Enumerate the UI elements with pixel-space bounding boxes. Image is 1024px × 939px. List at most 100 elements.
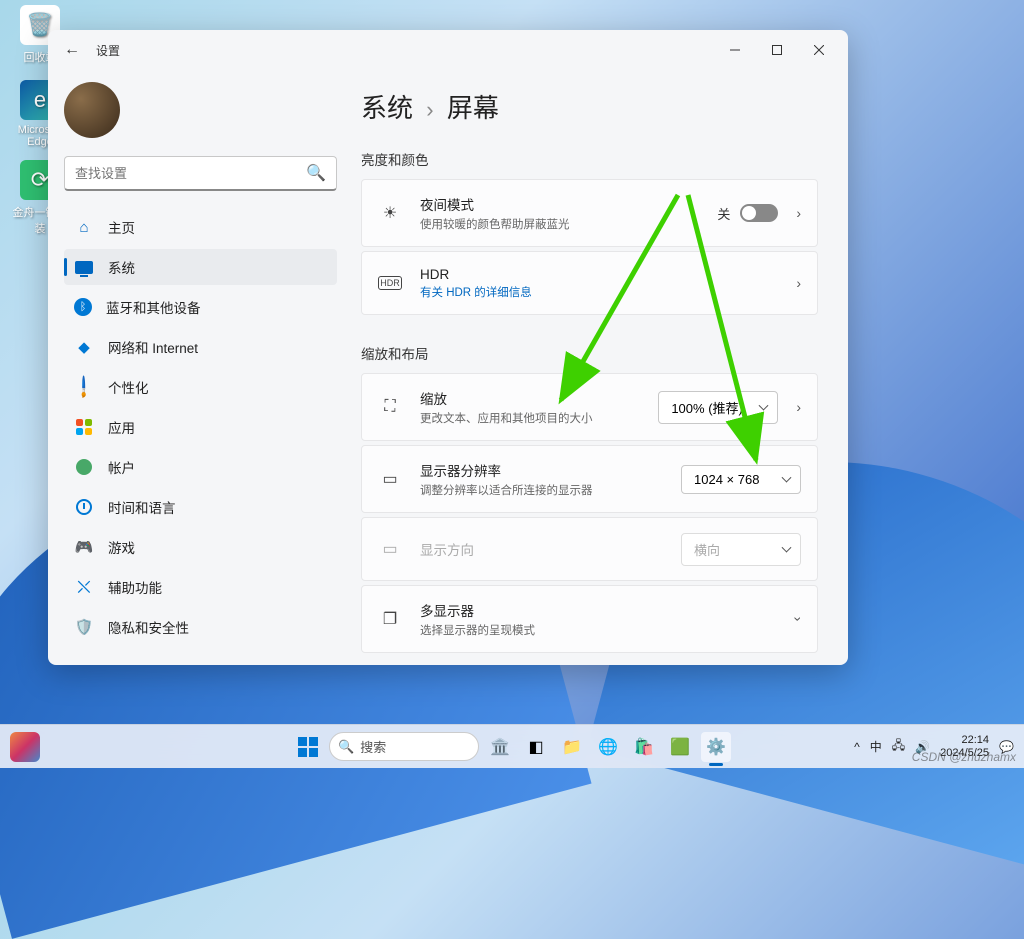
ime-indicator[interactable]: 中 <box>870 738 882 755</box>
nav-label: 主页 <box>108 217 135 237</box>
taskbar-search[interactable]: 🔍搜索 <box>329 732 479 761</box>
shield-icon: 🛡️ <box>74 617 94 637</box>
network-icon[interactable]: 🖧 <box>892 736 905 757</box>
card-scale[interactable]: ⛶ 缩放 更改文本、应用和其他项目的大小 100% (推荐) › <box>361 373 818 441</box>
multi-display-icon: ❐ <box>378 609 402 629</box>
sidebar: 🔍 ⌂ 主页 系统 ᛒ 蓝牙和其他设备 ◆ 网络和 Internet 🖌️个性化 应用… <box>48 70 343 665</box>
card-title: 显示器分辨率 <box>420 460 681 480</box>
task-view-button[interactable]: ◧ <box>521 732 551 762</box>
card-hdr[interactable]: HDR HDR 有关 HDR 的详细信息 › <box>361 251 818 315</box>
card-subtitle: 更改文本、应用和其他项目的大小 <box>420 410 658 426</box>
taskbar-app[interactable]: 🟩 <box>665 732 695 762</box>
close-button[interactable] <box>798 36 840 64</box>
night-light-toggle[interactable] <box>740 204 778 222</box>
taskbar-store[interactable]: 🛍️ <box>629 732 659 762</box>
breadcrumb-parent[interactable]: 系统 <box>361 93 413 123</box>
taskbar-edge[interactable]: 🌐 <box>593 732 623 762</box>
taskbar-pinned-app[interactable]: 🏛️ <box>485 732 515 762</box>
nav-label: 帐户 <box>108 457 135 477</box>
card-title: 显示方向 <box>420 539 681 559</box>
card-title: 多显示器 <box>420 600 788 620</box>
card-orientation: ▭ 显示方向 横向 <box>361 517 818 581</box>
nav-accounts[interactable]: 帐户 <box>64 449 337 485</box>
taskbar-explorer[interactable]: 📁 <box>557 732 587 762</box>
maximize-button[interactable] <box>756 36 798 64</box>
nav-label: 网络和 Internet <box>108 337 198 357</box>
watermark: CSDN @zhuzhamx <box>912 750 1016 764</box>
nav-label: 时间和语言 <box>108 497 176 517</box>
profile[interactable] <box>64 82 337 138</box>
nav-label: 蓝牙和其他设备 <box>106 297 201 317</box>
orientation-dropdown: 横向 <box>681 533 801 566</box>
avatar <box>64 82 120 138</box>
clock-time: 22:14 <box>940 734 989 747</box>
user-icon <box>74 457 94 477</box>
nav-label: 隐私和安全性 <box>108 617 189 637</box>
card-multi-display[interactable]: ❐ 多显示器 选择显示器的呈现模式 › <box>361 585 818 653</box>
minimize-button[interactable] <box>714 36 756 64</box>
section-scale-layout: 缩放和布局 <box>361 343 818 363</box>
titlebar: ← 设置 <box>48 30 848 70</box>
nav-home[interactable]: ⌂ 主页 <box>64 209 337 245</box>
card-resolution[interactable]: ▭ 显示器分辨率 调整分辨率以适合所连接的显示器 1024 × 768 <box>361 445 818 513</box>
card-night-light[interactable]: ☀ 夜间模式 使用较暖的颜色帮助屏蔽蓝光 关 › <box>361 179 818 247</box>
taskbar[interactable]: 🔍搜索 🏛️ ◧ 📁 🌐 🛍️ 🟩 ⚙️ ^ 中 🖧 🔊 22:14 2024/… <box>0 724 1024 768</box>
resolution-dropdown[interactable]: 1024 × 768 <box>681 465 801 494</box>
bluetooth-icon: ᛒ <box>74 298 92 316</box>
back-button[interactable]: ← <box>56 34 88 66</box>
chevron-right-icon: › <box>426 97 433 122</box>
nav-network[interactable]: ◆ 网络和 Internet <box>64 329 337 365</box>
taskbar-settings[interactable]: ⚙️ <box>701 732 731 762</box>
nav-privacy[interactable]: 🛡️ 隐私和安全性 <box>64 609 337 645</box>
apps-icon <box>74 417 94 437</box>
clock-icon <box>74 497 94 517</box>
resolution-icon: ▭ <box>378 469 402 489</box>
card-subtitle: 使用较暖的颜色帮助屏蔽蓝光 <box>420 216 717 232</box>
card-title: 夜间模式 <box>420 194 717 214</box>
nav-label: 辅助功能 <box>108 577 162 597</box>
window-title: 设置 <box>96 42 120 59</box>
chevron-right-icon: › <box>796 275 801 291</box>
accessibility-icon: ⛌ <box>74 577 94 597</box>
nav-time[interactable]: 时间和语言 <box>64 489 337 525</box>
home-icon: ⌂ <box>74 217 94 237</box>
settings-window: ← 设置 🔍 ⌂ 主页 系统 ᛒ 蓝牙和其他设备 ◆ 网络和 Internet 🖌️个… <box>48 30 848 665</box>
scale-icon: ⛶ <box>378 398 402 416</box>
chevron-right-icon: › <box>796 205 801 221</box>
card-title: HDR <box>420 267 788 282</box>
widgets-button[interactable] <box>10 732 40 762</box>
nav-apps[interactable]: 应用 <box>64 409 337 445</box>
start-button[interactable] <box>293 732 323 762</box>
card-subtitle: 调整分辨率以适合所连接的显示器 <box>420 482 681 498</box>
card-title: 缩放 <box>420 388 658 408</box>
sun-icon: ☀ <box>378 203 402 223</box>
hdr-icon: HDR <box>378 276 402 290</box>
orientation-icon: ▭ <box>378 539 402 559</box>
card-subtitle: 选择显示器的呈现模式 <box>420 622 788 638</box>
search-settings[interactable]: 🔍 <box>64 156 337 191</box>
system-icon <box>74 257 94 277</box>
nav-label: 应用 <box>108 417 135 437</box>
nav-gaming[interactable]: 🎮 游戏 <box>64 529 337 565</box>
search-input[interactable] <box>75 166 306 181</box>
nav-label: 个性化 <box>108 377 149 397</box>
search-icon: 🔍 <box>338 739 354 755</box>
scale-dropdown[interactable]: 100% (推荐) <box>658 391 778 424</box>
nav-accessibility[interactable]: ⛌ 辅助功能 <box>64 569 337 605</box>
gamepad-icon: 🎮 <box>74 537 94 557</box>
breadcrumb: 系统 › 屏幕 <box>361 88 818 125</box>
wifi-icon: ◆ <box>74 337 94 357</box>
content-area: 系统 › 屏幕 亮度和颜色 ☀ 夜间模式 使用较暖的颜色帮助屏蔽蓝光 关 › <box>343 70 848 665</box>
search-icon: 🔍 <box>306 163 326 183</box>
nav-system[interactable]: 系统 <box>64 249 337 285</box>
hdr-info-link[interactable]: 有关 HDR 的详细信息 <box>420 284 788 300</box>
tray-chevron-icon[interactable]: ^ <box>854 740 860 754</box>
chevron-down-icon: › <box>791 617 807 622</box>
nav-bluetooth[interactable]: ᛒ 蓝牙和其他设备 <box>64 289 337 325</box>
nav-label: 游戏 <box>108 537 135 557</box>
breadcrumb-current: 屏幕 <box>447 93 499 123</box>
nav-personalization[interactable]: 🖌️个性化 <box>64 369 337 405</box>
nav-label: 系统 <box>108 257 135 277</box>
toggle-state-label: 关 <box>717 204 730 223</box>
section-brightness-color: 亮度和颜色 <box>361 149 818 169</box>
